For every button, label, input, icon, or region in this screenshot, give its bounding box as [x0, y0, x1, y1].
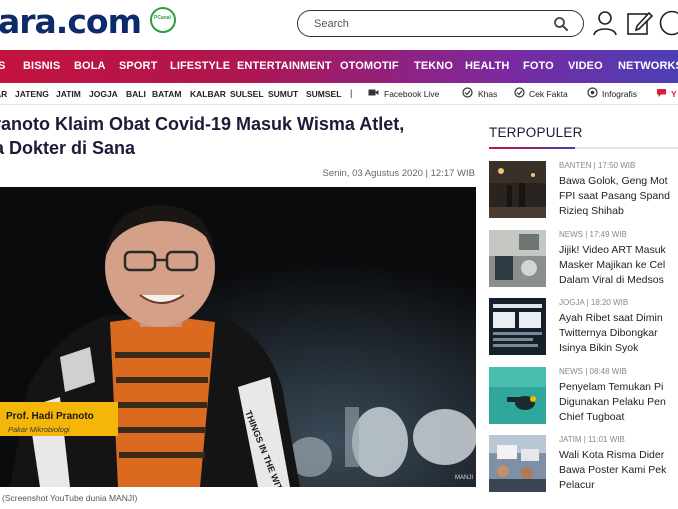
- link-infografis[interactable]: Infografis: [602, 89, 637, 99]
- chat-bubble-icon: [657, 89, 666, 97]
- nav-item-video[interactable]: VIDEO: [568, 60, 603, 72]
- edit-icon[interactable]: [625, 9, 653, 37]
- photo-credit: (Screenshot YouTube dunia MANJI): [2, 493, 138, 503]
- sidebar-title: TERPOPULER: [489, 125, 583, 140]
- target-icon: [587, 87, 598, 98]
- menu-circle-icon[interactable]: [657, 9, 678, 37]
- article-headline: ranoto Klaim Obat Covid-19 Masuk Wisma A…: [0, 112, 474, 160]
- caption-role: Pakar Mikrobiologi: [8, 425, 70, 434]
- page: ara.com PCanal S BISNIS BOLA SPORT LIFES…: [0, 0, 678, 509]
- nav-item-foto[interactable]: FOTO: [523, 60, 554, 72]
- user-icon[interactable]: [591, 9, 619, 37]
- popular-item-meta: JOGJA | 18:20 WIB: [559, 298, 629, 307]
- nav-item-s[interactable]: S: [0, 60, 5, 72]
- article-photo-illustration: THINGS IN THE WITH MANJI: [0, 187, 476, 487]
- nav-item-health[interactable]: HEALTH: [465, 60, 509, 72]
- popular-item-title[interactable]: Bawa Golok, Geng Mot FPI saat Pasang Spa…: [559, 174, 678, 219]
- link-cek-fakta[interactable]: Cek Fakta: [529, 89, 568, 99]
- region-item-kalbar[interactable]: KALBAR: [190, 89, 226, 99]
- site-logo[interactable]: ara.com: [0, 2, 142, 42]
- nav-item-networks[interactable]: NETWORKS: [618, 60, 678, 72]
- region-item-bali[interactable]: BALI: [126, 89, 146, 99]
- nav-item-bola[interactable]: BOLA: [74, 60, 106, 72]
- nav-item-bisnis[interactable]: BISNIS: [23, 60, 60, 72]
- photo-watermark: MANJI: [455, 475, 473, 481]
- region-item-sumut[interactable]: SUMUT: [268, 89, 298, 99]
- nav-item-lifestyle[interactable]: LIFESTYLE: [170, 60, 230, 72]
- headline-line-1: ranoto Klaim Obat Covid-19 Masuk Wisma A…: [0, 114, 405, 134]
- thumbnail-room-video: [489, 230, 546, 287]
- article-date: Senin, 03 Agustus 2020 | 12:17 WIB: [322, 168, 475, 179]
- popular-item[interactable]: BANTEN | 17:50 WIB Bawa Golok, Geng Mot …: [489, 161, 678, 221]
- thumbnail-protest: [489, 435, 546, 492]
- article-photo[interactable]: THINGS IN THE WITH MANJI: [0, 187, 476, 487]
- thumbnail-diver: [489, 367, 546, 424]
- popular-item-thumbnail[interactable]: [489, 367, 546, 424]
- popular-item[interactable]: NEWS | 17:49 WIB Jijik! Video ART Masuk …: [489, 230, 678, 290]
- popular-item-thumbnail[interactable]: [489, 230, 546, 287]
- region-item-sulsel[interactable]: SULSEL: [230, 89, 264, 99]
- logo-badge: PCanal: [150, 7, 176, 33]
- popular-item-meta: BANTEN | 17:50 WIB: [559, 161, 636, 170]
- site-header: ara.com PCanal: [0, 0, 678, 50]
- region-item-jogja[interactable]: JOGJA: [89, 89, 118, 99]
- region-item-jatim[interactable]: JATIM: [56, 89, 81, 99]
- link-facebook-live[interactable]: Facebook Live: [384, 89, 439, 99]
- popular-item-thumbnail[interactable]: [489, 435, 546, 492]
- nav-item-entertainment[interactable]: ENTERTAINMENT: [237, 60, 332, 72]
- caption-name: Prof. Hadi Pranoto: [6, 411, 94, 422]
- nav-item-otomotif[interactable]: OTOMOTIF: [340, 60, 399, 72]
- link-khas[interactable]: Khas: [478, 89, 497, 99]
- check-circle-icon: [514, 87, 525, 98]
- region-item-ar[interactable]: AR: [0, 89, 7, 99]
- search-icon[interactable]: [553, 16, 569, 32]
- sidebar-title-accent: [489, 147, 575, 149]
- region-item-sumsel[interactable]: SUMSEL: [306, 89, 341, 99]
- thumbnail-night-street: [489, 161, 546, 218]
- popular-item-meta: JATIM | 11:01 WIB: [559, 435, 625, 444]
- region-item-jateng[interactable]: JATENG: [15, 89, 49, 99]
- popular-item[interactable]: JATIM | 11:01 WIB Wali Kota Risma Dider …: [489, 435, 678, 495]
- thumbnail-twitter-screenshot: [489, 298, 546, 355]
- headline-line-2: a Dokter di Sana: [0, 138, 136, 158]
- popular-item-title[interactable]: Ayah Ribet saat Dimin Twitternya Dibongk…: [559, 311, 678, 356]
- popular-item-title[interactable]: Wali Kota Risma Dider Bawa Poster Kami P…: [559, 448, 678, 493]
- nav-item-sport[interactable]: SPORT: [119, 60, 157, 72]
- popular-item-thumbnail[interactable]: [489, 161, 546, 218]
- check-circle-icon: [462, 87, 473, 98]
- region-item-batam[interactable]: BATAM: [152, 89, 181, 99]
- nav-item-tekno[interactable]: TEKNO: [414, 60, 453, 72]
- popular-item-thumbnail[interactable]: [489, 298, 546, 355]
- link-y[interactable]: Y: [671, 89, 677, 99]
- search-input[interactable]: [314, 15, 544, 33]
- popular-item[interactable]: NEWS | 08:48 WIB Penyelam Temukan Pi Dig…: [489, 367, 678, 427]
- search-bar: [297, 10, 584, 37]
- video-camera-icon: [368, 89, 379, 96]
- logo-badge-text: PCanal: [154, 15, 171, 21]
- popular-item-title[interactable]: Penyelam Temukan Pi Digunakan Pelaku Pen…: [559, 380, 678, 425]
- popular-item-meta: NEWS | 08:48 WIB: [559, 367, 627, 376]
- popular-item[interactable]: JOGJA | 18:20 WIB Ayah Ribet saat Dimin …: [489, 298, 678, 358]
- main-nav: S BISNIS BOLA SPORT LIFESTYLE ENTERTAINM…: [0, 50, 678, 83]
- popular-item-meta: NEWS | 17:49 WIB: [559, 230, 627, 239]
- region-nav: AR JATENG JATIM JOGJA BALI BATAM KALBAR …: [0, 83, 678, 105]
- subnav-separator: |: [350, 88, 353, 98]
- popular-item-title[interactable]: Jijik! Video ART Masuk Masker Majikan ke…: [559, 243, 678, 288]
